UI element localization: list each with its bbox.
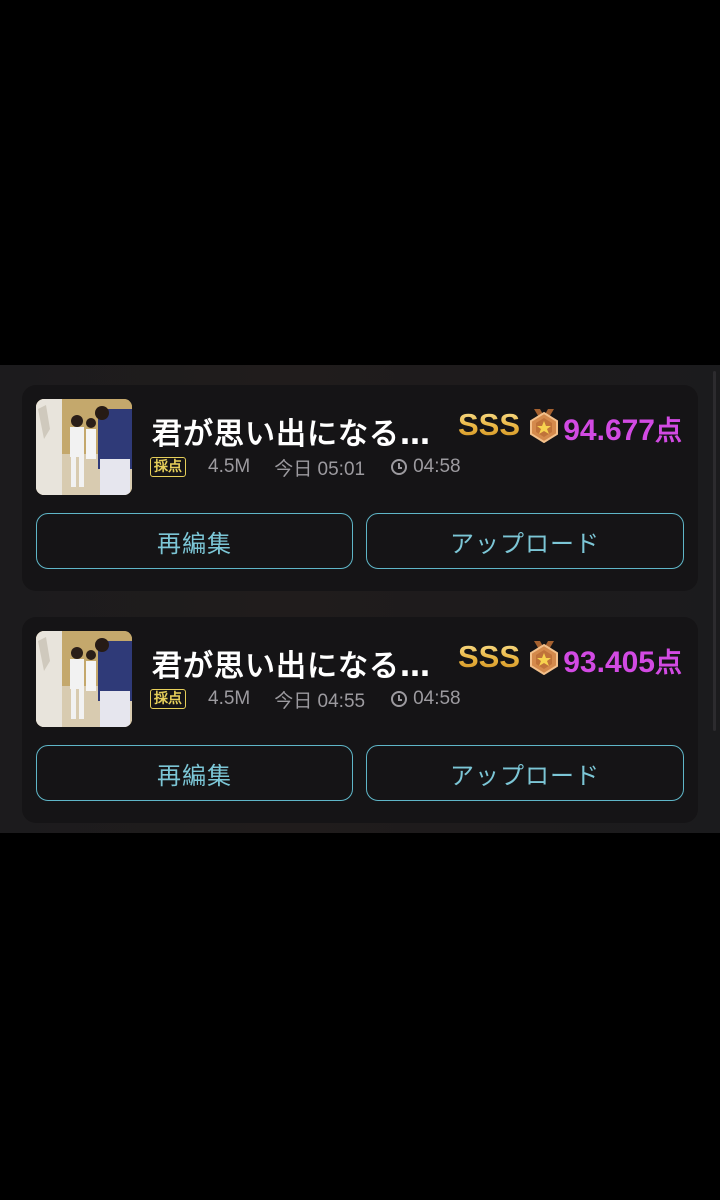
rank-grade: SSS — [458, 639, 521, 674]
scoring-badge: 採点 — [150, 457, 186, 477]
clock-icon — [391, 459, 408, 475]
score: 93.405点 — [563, 641, 682, 680]
upload-button[interactable]: アップロード — [366, 513, 684, 569]
clock-icon — [391, 691, 408, 707]
recording-meta: 採点 4.5M 今日 04:55 04:58 — [150, 687, 461, 712]
video-thumbnail[interactable] — [36, 399, 132, 495]
duration: 04:58 — [413, 456, 461, 477]
upload-button[interactable]: アップロード — [366, 745, 684, 801]
recording-card: 君が思い出になる… SSS 93.405点 採点 4.5M 今日 04:55 0… — [22, 617, 698, 823]
reedit-button[interactable]: 再編集 — [36, 513, 353, 569]
score: 94.677点 — [563, 409, 682, 448]
recorded-date: 今日 04:55 — [274, 690, 366, 712]
recording-meta: 採点 4.5M 今日 05:01 04:58 — [150, 455, 461, 480]
song-title: 君が思い出になる… — [152, 417, 431, 452]
file-size: 4.5M — [208, 456, 251, 477]
duration: 04:58 — [413, 688, 461, 709]
scrollbar[interactable] — [713, 371, 716, 731]
score-value: 93.405 — [563, 646, 655, 679]
score-value: 94.677 — [563, 414, 655, 447]
file-size: 4.5M — [208, 688, 251, 709]
medal-icon — [530, 641, 558, 675]
reedit-button[interactable]: 再編集 — [36, 745, 353, 801]
score-unit: 点 — [655, 416, 682, 447]
recorded-date: 今日 05:01 — [274, 458, 366, 480]
rank-grade: SSS — [458, 407, 521, 442]
video-thumbnail[interactable] — [36, 631, 132, 727]
recordings-panel: 君が思い出になる… SSS 94.677点 採点 4.5M 今日 05:01 0… — [0, 365, 720, 833]
song-title: 君が思い出になる… — [152, 649, 431, 684]
medal-icon — [530, 409, 558, 443]
scoring-badge: 採点 — [150, 689, 186, 709]
recording-card: 君が思い出になる… SSS 94.677点 採点 4.5M 今日 05:01 0… — [22, 385, 698, 591]
score-unit: 点 — [655, 648, 682, 679]
